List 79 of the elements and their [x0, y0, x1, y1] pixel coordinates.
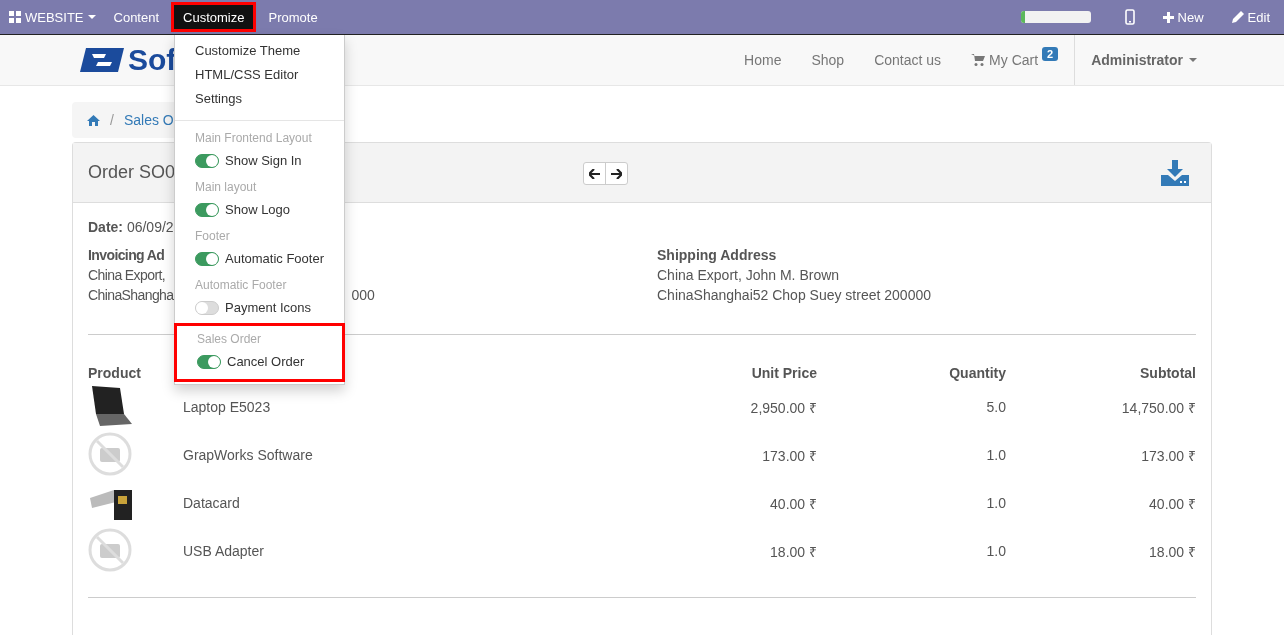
column-header: Product — [88, 364, 142, 383]
no-image-icon — [88, 431, 132, 476]
toggle-switch[interactable] — [197, 354, 221, 369]
unit-price: 18.00 ₹ — [770, 543, 817, 560]
subtotal: 14,750.00 ₹ — [1121, 399, 1196, 416]
breadcrumb-separator: / — [110, 112, 114, 128]
section-heading: Main layout — [194, 179, 258, 196]
grid-icon — [9, 11, 21, 23]
subtotal: 18.00 ₹ — [1149, 543, 1196, 560]
option-label[interactable]: Automatic Footer — [225, 251, 324, 266]
address-line: China Export, — [88, 267, 166, 283]
dropdown-item[interactable]: HTML/CSS Editor — [175, 63, 344, 87]
address-line: ChinaShanghai52 Chop Suey street 200000 — [657, 286, 932, 305]
caret-icon — [1189, 58, 1197, 62]
order-date: Date: 06/09/2 — [88, 219, 175, 235]
shipping-heading: Shipping Address — [657, 246, 778, 265]
top-menu-item[interactable]: Customize — [171, 2, 257, 32]
cart-link[interactable]: My Cart — [956, 52, 1043, 68]
home-icon[interactable] — [87, 114, 100, 126]
section-heading: Main Frontend Layout — [194, 130, 313, 147]
toggle-switch[interactable] — [195, 202, 219, 217]
subtotal: 173.00 ₹ — [1141, 447, 1196, 464]
address-line: ChinaShangha — [88, 286, 174, 305]
subtotal: 40.00 ₹ — [1149, 495, 1196, 512]
toggle-switch[interactable] — [195, 153, 219, 168]
toggle-switch[interactable] — [195, 251, 219, 266]
toggle-switch[interactable] — [195, 300, 219, 315]
download-icon[interactable] — [1161, 159, 1189, 186]
column-header: Quantity — [817, 363, 1006, 383]
no-image-icon — [88, 527, 132, 572]
left-arrow-icon — [589, 168, 600, 179]
quantity: 5.0 — [986, 399, 1006, 415]
user-menu[interactable]: Administrator — [1076, 52, 1212, 68]
unit-price: 40.00 ₹ — [770, 495, 817, 512]
app-menu[interactable]: WEBSITE — [0, 0, 105, 34]
column-header: Unit Price — [750, 364, 817, 383]
option-label[interactable]: Show Logo — [225, 202, 291, 217]
dropdown-item[interactable]: Customize Theme — [175, 39, 344, 63]
option-label[interactable]: Show Sign In — [225, 153, 302, 168]
unit-price: 173.00 ₹ — [762, 447, 817, 464]
cart-count: 2 — [1042, 47, 1059, 61]
nav-link[interactable]: Contact us — [859, 52, 957, 68]
product-name: Laptop E5023 — [183, 399, 271, 415]
unit-price: 2,950.00 ₹ — [750, 399, 817, 416]
app-menu-label: WEBSITE — [25, 9, 84, 25]
invoicing-heading: Invoicing Ad — [88, 247, 165, 263]
address-line: China Export, John M. Brown — [657, 266, 841, 285]
nav-link[interactable]: Shop — [796, 52, 860, 68]
logo-mark-icon — [80, 46, 124, 74]
quantity: 1.0 — [986, 495, 1006, 511]
option-label[interactable]: Cancel Order — [227, 354, 305, 369]
pencil-icon — [1231, 11, 1244, 23]
order-title: Order SO0 — [88, 162, 176, 183]
right-arrow-icon — [611, 168, 622, 179]
cart-label: My Cart — [989, 52, 1039, 68]
caret-icon — [87, 15, 96, 19]
nav-link[interactable]: Home — [729, 52, 797, 68]
edit-button[interactable]: Edit — [1217, 0, 1284, 34]
option-label[interactable]: Payment Icons — [225, 300, 311, 315]
section-heading: Footer — [194, 228, 231, 245]
product-name: Datacard — [183, 495, 240, 511]
new-button[interactable]: New — [1148, 0, 1218, 34]
mobile-icon[interactable] — [1124, 9, 1135, 25]
section-heading: Sales Order — [196, 331, 263, 348]
product-name: GrapWorks Software — [183, 447, 313, 463]
product-name: USB Adapter — [183, 543, 264, 559]
logo[interactable]: Sof — [80, 43, 177, 77]
top-menu-item[interactable]: Content — [104, 0, 169, 34]
breadcrumb-link[interactable]: Sales O — [123, 112, 174, 128]
column-header: Subtotal — [1006, 363, 1196, 383]
plus-icon — [1162, 11, 1174, 23]
section-heading: Automatic Footer — [194, 277, 288, 294]
quantity: 1.0 — [986, 543, 1006, 559]
logo-text: Sof — [128, 43, 177, 77]
cart-icon — [971, 54, 986, 66]
dropdown-item[interactable]: Settings — [175, 87, 344, 111]
quantity: 1.0 — [986, 447, 1006, 463]
top-menu-item[interactable]: Promote — [259, 0, 327, 34]
address-fragment: 000 — [351, 286, 375, 305]
